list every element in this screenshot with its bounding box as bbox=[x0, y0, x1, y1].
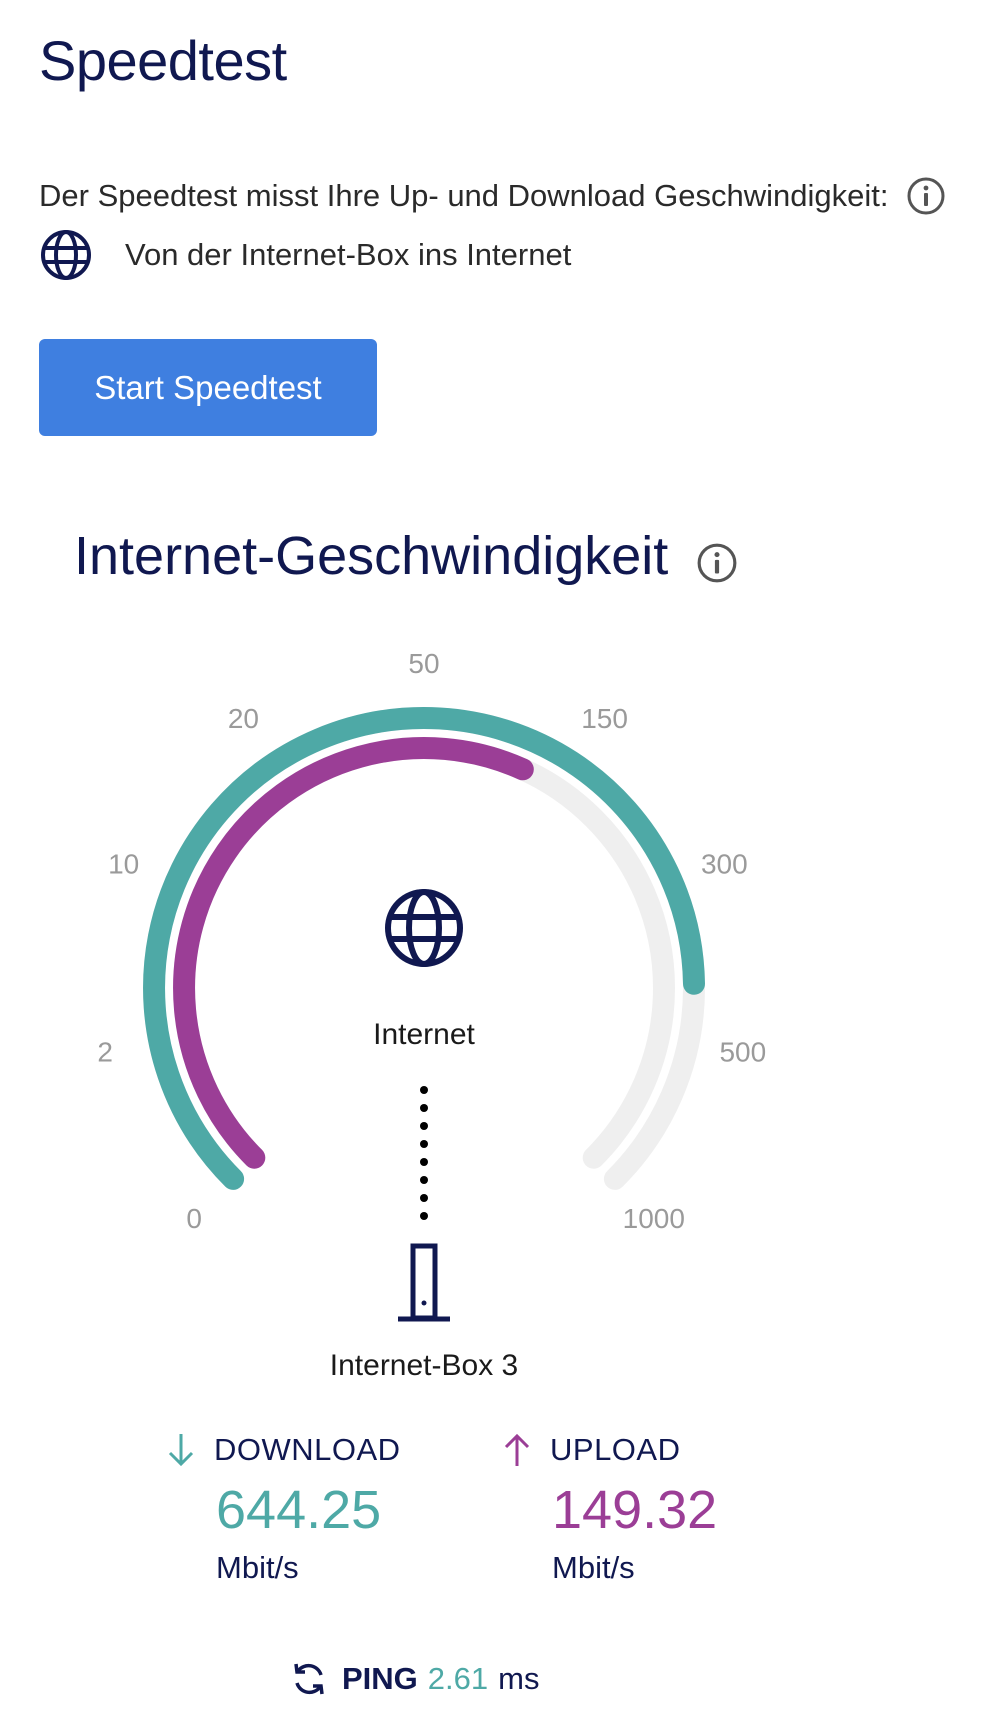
ping-unit: ms bbox=[498, 1661, 540, 1696]
upload-result: UPLOAD 149.32 Mbit/s bbox=[502, 1430, 717, 1586]
internet-node-label: Internet bbox=[373, 1018, 475, 1051]
section-title-text: Internet-Geschwindigkeit bbox=[74, 526, 669, 586]
gauge-scale-label: 10 bbox=[108, 849, 139, 880]
download-unit: Mbit/s bbox=[216, 1550, 299, 1585]
gauge-scale-label: 0 bbox=[186, 1203, 202, 1234]
speedtest-description: Der Speedtest misst Ihre Up- und Downloa… bbox=[39, 176, 946, 216]
upload-value: 149.32 bbox=[552, 1480, 718, 1540]
arrow-down-icon bbox=[168, 1434, 194, 1467]
download-value: 644.25 bbox=[216, 1480, 382, 1540]
refresh-icon bbox=[294, 1663, 324, 1695]
gauge-scale-label: 2 bbox=[97, 1036, 113, 1067]
download-result: DOWNLOAD 644.25 Mbit/s bbox=[166, 1430, 401, 1586]
ping-result: PING 2.61 ms bbox=[290, 1660, 539, 1698]
test-mode-row: Von der Internet-Box ins Internet bbox=[39, 228, 571, 282]
gauge-scale-label: 150 bbox=[581, 703, 628, 734]
upload-unit: Mbit/s bbox=[552, 1550, 635, 1585]
router-icon bbox=[398, 1243, 450, 1322]
speed-gauge: 0 2 10 20 50 150 300 500 1000 Internet Internet-… bbox=[97, 648, 766, 1380]
gauge-scale-label: 50 bbox=[408, 648, 439, 679]
internet-globe-icon bbox=[385, 889, 463, 967]
arrow-up-icon bbox=[504, 1433, 530, 1466]
results-panel: DOWNLOAD 644.25 Mbit/s UPLOAD 149.32 Mbi… bbox=[0, 1430, 1008, 1600]
description-text: Der Speedtest misst Ihre Up- und Downloa… bbox=[39, 178, 889, 213]
test-mode-label: Von der Internet-Box ins Internet bbox=[125, 237, 572, 272]
section-title: Internet-Geschwindigkeit bbox=[74, 525, 738, 587]
download-label: DOWNLOAD bbox=[214, 1432, 401, 1467]
start-speedtest-button[interactable]: Start Speedtest bbox=[39, 339, 377, 436]
gauge-scale-label: 300 bbox=[701, 849, 748, 880]
gauge-scale-label: 20 bbox=[228, 703, 259, 734]
connection-dots bbox=[420, 1086, 428, 1220]
gauge-scale-label: 1000 bbox=[623, 1203, 685, 1234]
upload-label: UPLOAD bbox=[550, 1432, 681, 1467]
ping-value: 2.61 bbox=[427, 1661, 489, 1696]
internet-box-label: Internet-Box 3 bbox=[330, 1349, 518, 1380]
globe-icon bbox=[41, 230, 91, 280]
ping-label: PING bbox=[342, 1661, 418, 1696]
info-icon[interactable] bbox=[696, 535, 738, 583]
info-icon[interactable] bbox=[906, 176, 946, 216]
page-title: Speedtest bbox=[39, 29, 287, 92]
gauge-scale-label: 500 bbox=[719, 1036, 766, 1067]
